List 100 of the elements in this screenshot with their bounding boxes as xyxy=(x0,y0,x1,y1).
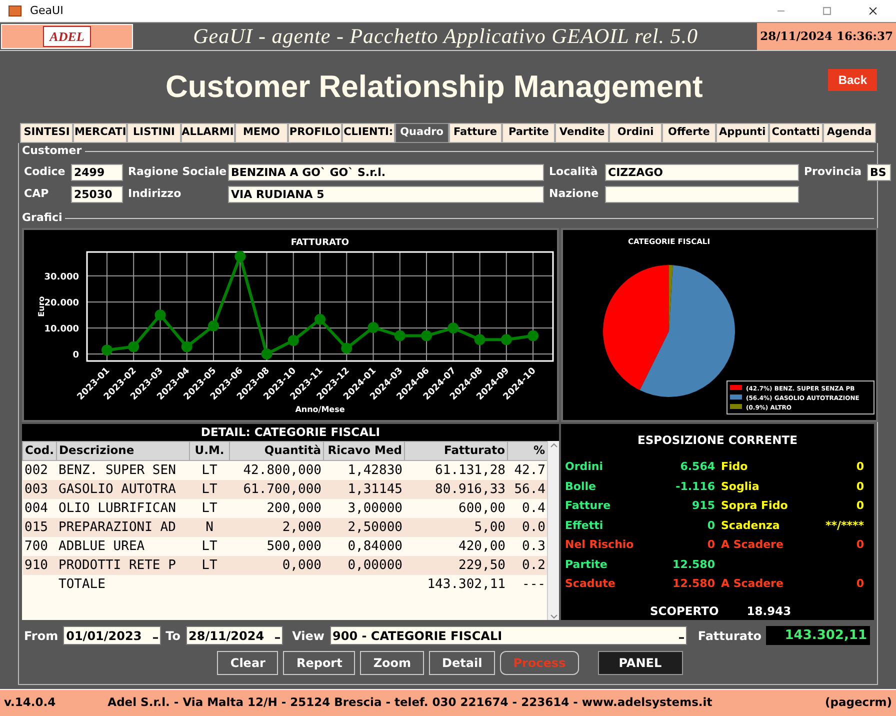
tab[interactable]: Offerte xyxy=(662,123,716,143)
panel-title: ESPOSIZIONE CORRENTE xyxy=(638,433,798,447)
page-code: (pagecrm) xyxy=(824,694,892,712)
tab[interactable]: Quadro xyxy=(395,123,448,143)
metric-value: 12.580 xyxy=(672,576,716,592)
datetime-label: 28/11/2024 16:36:37 xyxy=(757,23,896,50)
field-label: From xyxy=(24,628,58,644)
metric-label: A Scadere xyxy=(721,576,784,592)
close-icon[interactable] xyxy=(867,5,879,17)
legend-swatch xyxy=(730,394,742,400)
column-header: U.M. xyxy=(190,442,230,460)
table-cell: 002 xyxy=(22,460,56,480)
maximize-icon[interactable] xyxy=(821,5,833,17)
total-value: 143.302,11 xyxy=(404,574,508,594)
app-icon xyxy=(8,4,22,18)
axis-tick-label: 20.000 xyxy=(44,298,79,308)
metric-label: Scadute xyxy=(565,576,616,592)
axis-tick-label: 30.000 xyxy=(44,272,79,282)
tab[interactable]: Appunti xyxy=(716,123,770,143)
data-point xyxy=(288,334,299,346)
tab[interactable]: Agenda xyxy=(822,123,876,143)
action-button[interactable]: Detail xyxy=(429,651,496,675)
page-title: Customer Relationship Management xyxy=(165,68,703,104)
metric-value: 0 xyxy=(855,537,865,554)
field-label: Indirizzo xyxy=(128,186,182,202)
tab[interactable]: Vendite xyxy=(555,123,609,143)
table-cell: 5,00 xyxy=(404,518,508,536)
table-cell: 0.2 xyxy=(508,556,547,574)
metric-label: A Scadere xyxy=(721,537,784,554)
table-cell: 42.7 xyxy=(508,460,547,480)
data-point xyxy=(261,348,272,360)
data-point xyxy=(181,341,192,352)
date-field[interactable]: 01/01/2023 xyxy=(63,626,161,645)
metric-value: 0 xyxy=(706,537,716,554)
metric-value: 0 xyxy=(855,576,865,592)
input-field[interactable] xyxy=(605,186,799,203)
tab[interactable]: LISTINI xyxy=(127,123,181,143)
metric-label: Ordini xyxy=(565,459,604,476)
data-point xyxy=(421,330,432,342)
action-button[interactable]: PANEL xyxy=(598,651,683,675)
total-value: 18.943 xyxy=(746,602,792,620)
metric-value: -1.116 xyxy=(674,478,716,495)
table-cell: 0,00000 xyxy=(324,556,404,574)
table-cell: 61.700,000 xyxy=(230,480,324,498)
table-cell: 1,42830 xyxy=(324,460,404,480)
column-header: Fatturato xyxy=(404,442,508,460)
tab[interactable]: MERCATI xyxy=(73,123,128,143)
tab[interactable]: Ordini xyxy=(608,123,662,143)
scroll-up-icon xyxy=(550,441,558,449)
axis-tick-label: 10.000 xyxy=(44,324,79,334)
tab[interactable]: SINTESI xyxy=(20,123,74,143)
date-field[interactable]: 28/11/2024 xyxy=(186,626,284,645)
table-cell: 80.916,33 xyxy=(404,480,508,498)
data-point xyxy=(154,309,166,320)
data-point xyxy=(128,341,140,352)
data-point xyxy=(314,314,326,325)
tab[interactable]: CLIENTI: xyxy=(342,123,396,143)
action-button[interactable]: Zoom xyxy=(360,651,424,675)
action-button[interactable]: Report xyxy=(283,651,356,675)
field-label: Provincia xyxy=(804,164,862,180)
column-header: % xyxy=(508,442,547,460)
input-field[interactable]: VIA RUDIANA 5 xyxy=(228,186,544,203)
table-cell: 200,000 xyxy=(230,498,324,518)
table-cell: LT xyxy=(190,480,230,498)
input-field[interactable]: BENZINA A GO` GO` S.r.l. xyxy=(228,164,544,181)
input-field[interactable]: BS xyxy=(867,164,891,181)
table-cell: 015 xyxy=(22,518,56,536)
input-field[interactable]: 25030 xyxy=(71,186,123,203)
action-button[interactable]: Clear xyxy=(217,651,278,675)
legend-swatch xyxy=(730,385,742,390)
data-point xyxy=(448,322,459,334)
view-dropdown[interactable]: 900 - CATEGORIE FISCALI xyxy=(330,626,687,645)
input-field[interactable]: CIZZAGO xyxy=(605,164,799,181)
data-point xyxy=(101,344,112,356)
back-button[interactable]: Back xyxy=(828,69,877,91)
metric-value: 0 xyxy=(855,459,865,476)
table-cell: 61.131,28 xyxy=(404,460,508,480)
tab[interactable]: Partite xyxy=(502,123,556,143)
total-percent: --- xyxy=(508,574,547,594)
data-point xyxy=(500,334,512,346)
table-cell: 0.4 xyxy=(508,498,547,518)
field-label: Nazione xyxy=(549,186,600,202)
table-cell: 42.800,000 xyxy=(230,460,324,480)
metric-label: Bolle xyxy=(565,478,597,495)
axis-title: Anno/Mese xyxy=(295,405,345,414)
table-cell: LT xyxy=(190,460,230,480)
table-cell: 0.0 xyxy=(508,518,547,536)
field-label: Fatturato xyxy=(698,628,762,644)
tab[interactable]: Contatti xyxy=(769,123,823,143)
input-field[interactable]: 2499 xyxy=(71,164,123,181)
data-point xyxy=(341,342,352,354)
total-label: TOTALE xyxy=(56,574,190,594)
tab[interactable]: ALLARMI xyxy=(180,123,235,143)
tab[interactable]: PROFILO xyxy=(288,123,342,143)
table-cell: 600,00 xyxy=(404,498,508,518)
tab[interactable]: MEMO xyxy=(234,123,288,143)
column-header: Ricavo Med xyxy=(324,442,404,460)
data-point xyxy=(394,330,406,342)
scrollbar[interactable] xyxy=(547,441,559,620)
tab[interactable]: Fatture xyxy=(448,123,502,143)
